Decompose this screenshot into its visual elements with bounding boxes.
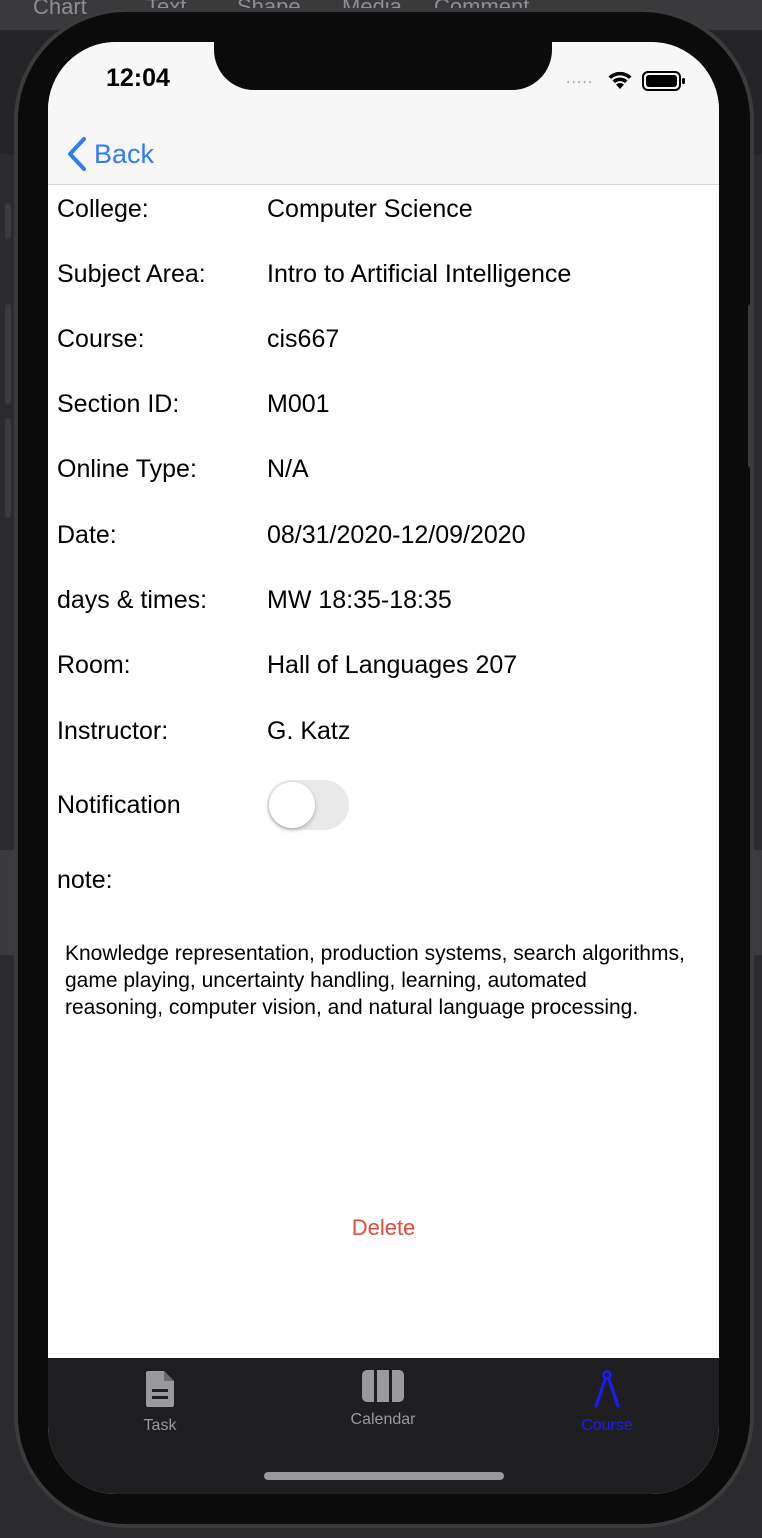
- detail-label: Section ID:: [57, 390, 180, 418]
- battery-icon: [642, 71, 685, 91]
- detail-row-room: Room: Hall of Languages 207: [57, 651, 707, 691]
- detail-value: Hall of Languages 207: [267, 651, 518, 679]
- delete-button[interactable]: Delete: [48, 1215, 719, 1241]
- toggle-knob: [269, 782, 315, 828]
- back-label: Back: [94, 138, 155, 169]
- detail-label: Date:: [57, 521, 117, 549]
- tab-course[interactable]: Course: [527, 1370, 687, 1435]
- detail-value: N/A: [267, 455, 309, 483]
- detail-value: G. Katz: [267, 717, 351, 745]
- detail-label: Room:: [57, 651, 131, 679]
- detail-value: cis667: [267, 325, 340, 353]
- tab-label: Task: [143, 1417, 177, 1434]
- tab-task[interactable]: Task: [80, 1370, 240, 1435]
- tab-calendar[interactable]: Calendar: [303, 1370, 463, 1429]
- notification-toggle[interactable]: [267, 780, 349, 830]
- compass-icon: [594, 1370, 620, 1408]
- detail-row-subject-area: Subject Area: Intro to Artificial Intell…: [57, 260, 707, 300]
- detail-label: days & times:: [57, 586, 208, 614]
- detail-label: College:: [57, 195, 149, 223]
- volume-down-button: [5, 418, 11, 518]
- host-tab-chart[interactable]: Chart: [33, 0, 87, 20]
- tab-bar: Task Calendar Course: [48, 1358, 719, 1494]
- detail-row-section-id: Section ID: M001: [57, 390, 707, 430]
- app-screen: 12:04 ..... Back College: Computer Scien…: [48, 42, 719, 1494]
- document-icon: [146, 1371, 174, 1407]
- navigation-bar: Back: [48, 126, 719, 185]
- detail-value: MW 18:35-18:35: [267, 586, 452, 614]
- detail-row-college: College: Computer Science: [57, 195, 707, 235]
- detail-row-course: Course: cis667: [57, 325, 707, 365]
- detail-label: Subject Area:: [57, 260, 206, 288]
- wifi-icon: [608, 71, 632, 89]
- detail-row-instructor: Instructor: G. Katz: [57, 717, 707, 757]
- calendar-columns-icon: [362, 1370, 404, 1402]
- detail-label: Online Type:: [57, 455, 197, 483]
- power-button: [748, 304, 754, 468]
- home-indicator: [264, 1472, 504, 1480]
- detail-label: Instructor:: [57, 717, 169, 745]
- note-row: note:: [57, 866, 707, 906]
- detail-value: Intro to Artificial Intelligence: [267, 260, 572, 288]
- volume-up-button: [5, 304, 11, 404]
- status-time: 12:04: [106, 64, 170, 92]
- detail-row-days-times: days & times: MW 18:35-18:35: [57, 586, 707, 626]
- detail-value: Computer Science: [267, 195, 473, 223]
- ring-switch: [5, 203, 11, 239]
- detail-row-date: Date: 08/31/2020-12/09/2020: [57, 521, 707, 561]
- tab-label: Calendar: [350, 1411, 416, 1428]
- detail-value: 08/31/2020-12/09/2020: [267, 521, 526, 549]
- note-textview[interactable]: Knowledge representation, production sys…: [65, 940, 685, 1021]
- notification-row: Notification: [57, 791, 707, 831]
- tab-label: Course: [581, 1417, 633, 1434]
- back-button[interactable]: Back: [66, 134, 154, 174]
- detail-value: M001: [267, 390, 330, 418]
- notification-label: Notification: [57, 791, 181, 819]
- chevron-left-icon: [68, 137, 86, 171]
- detail-label: Course:: [57, 325, 145, 353]
- device-notch: [214, 42, 552, 90]
- detail-row-online-type: Online Type: N/A: [57, 455, 707, 495]
- signal-dots: .....: [566, 70, 594, 87]
- note-label: note:: [57, 866, 113, 894]
